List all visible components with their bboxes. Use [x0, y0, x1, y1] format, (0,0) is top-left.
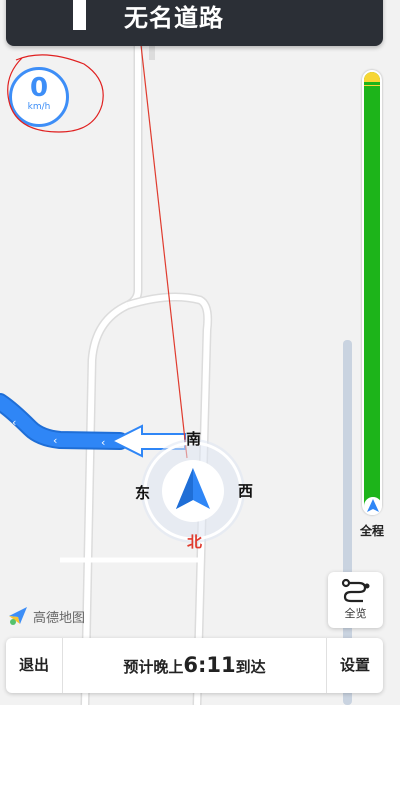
- compass-north-label: 北: [187, 533, 203, 551]
- settings-button[interactable]: 设置: [326, 638, 383, 693]
- bottom-nav-bar: 退出 预计晚上6:11到达 设置: [6, 638, 383, 693]
- road-name-banner: 无名道路: [6, 0, 383, 46]
- amap-logo-text: 高德地图: [33, 611, 86, 626]
- svg-text:‹: ‹: [101, 436, 105, 449]
- eta-time: 6:11: [183, 653, 236, 677]
- road-name: 无名道路: [124, 4, 224, 32]
- compass-east-label: 东: [135, 484, 151, 502]
- svg-text:‹: ‹: [12, 416, 16, 429]
- progress-position-icon: [364, 497, 382, 515]
- route-progress-bar: [362, 70, 382, 515]
- exit-button[interactable]: 退出: [6, 638, 63, 693]
- svg-text:‹: ‹: [53, 434, 57, 447]
- route-progress-label: 全程: [359, 524, 384, 538]
- progress-upcoming-segment: [364, 72, 380, 86]
- amap-logo-icon: [9, 607, 27, 625]
- route-overview-icon: [341, 578, 370, 603]
- eta-display: 预计晚上6:11到达: [63, 638, 326, 693]
- hand-drawn-circle-annotation: [7, 54, 104, 133]
- navigation-arrow-icon: [176, 468, 210, 509]
- amap-logo: 高德地图: [7, 604, 85, 626]
- eta-suffix: 到达: [235, 658, 266, 676]
- direction-bar-icon: [73, 0, 86, 30]
- compass-south-label: 南: [186, 430, 202, 448]
- compass-west-label: 西: [238, 482, 254, 500]
- eta-prefix: 预计晚上: [123, 658, 184, 676]
- overview-label: 全览: [344, 607, 367, 620]
- map-view[interactable]: ‹ ‹ ‹ 南 东 西 北 无名道路 0 km/h 全程 全览 高德地图: [0, 0, 400, 705]
- overview-button[interactable]: 全览: [328, 572, 383, 628]
